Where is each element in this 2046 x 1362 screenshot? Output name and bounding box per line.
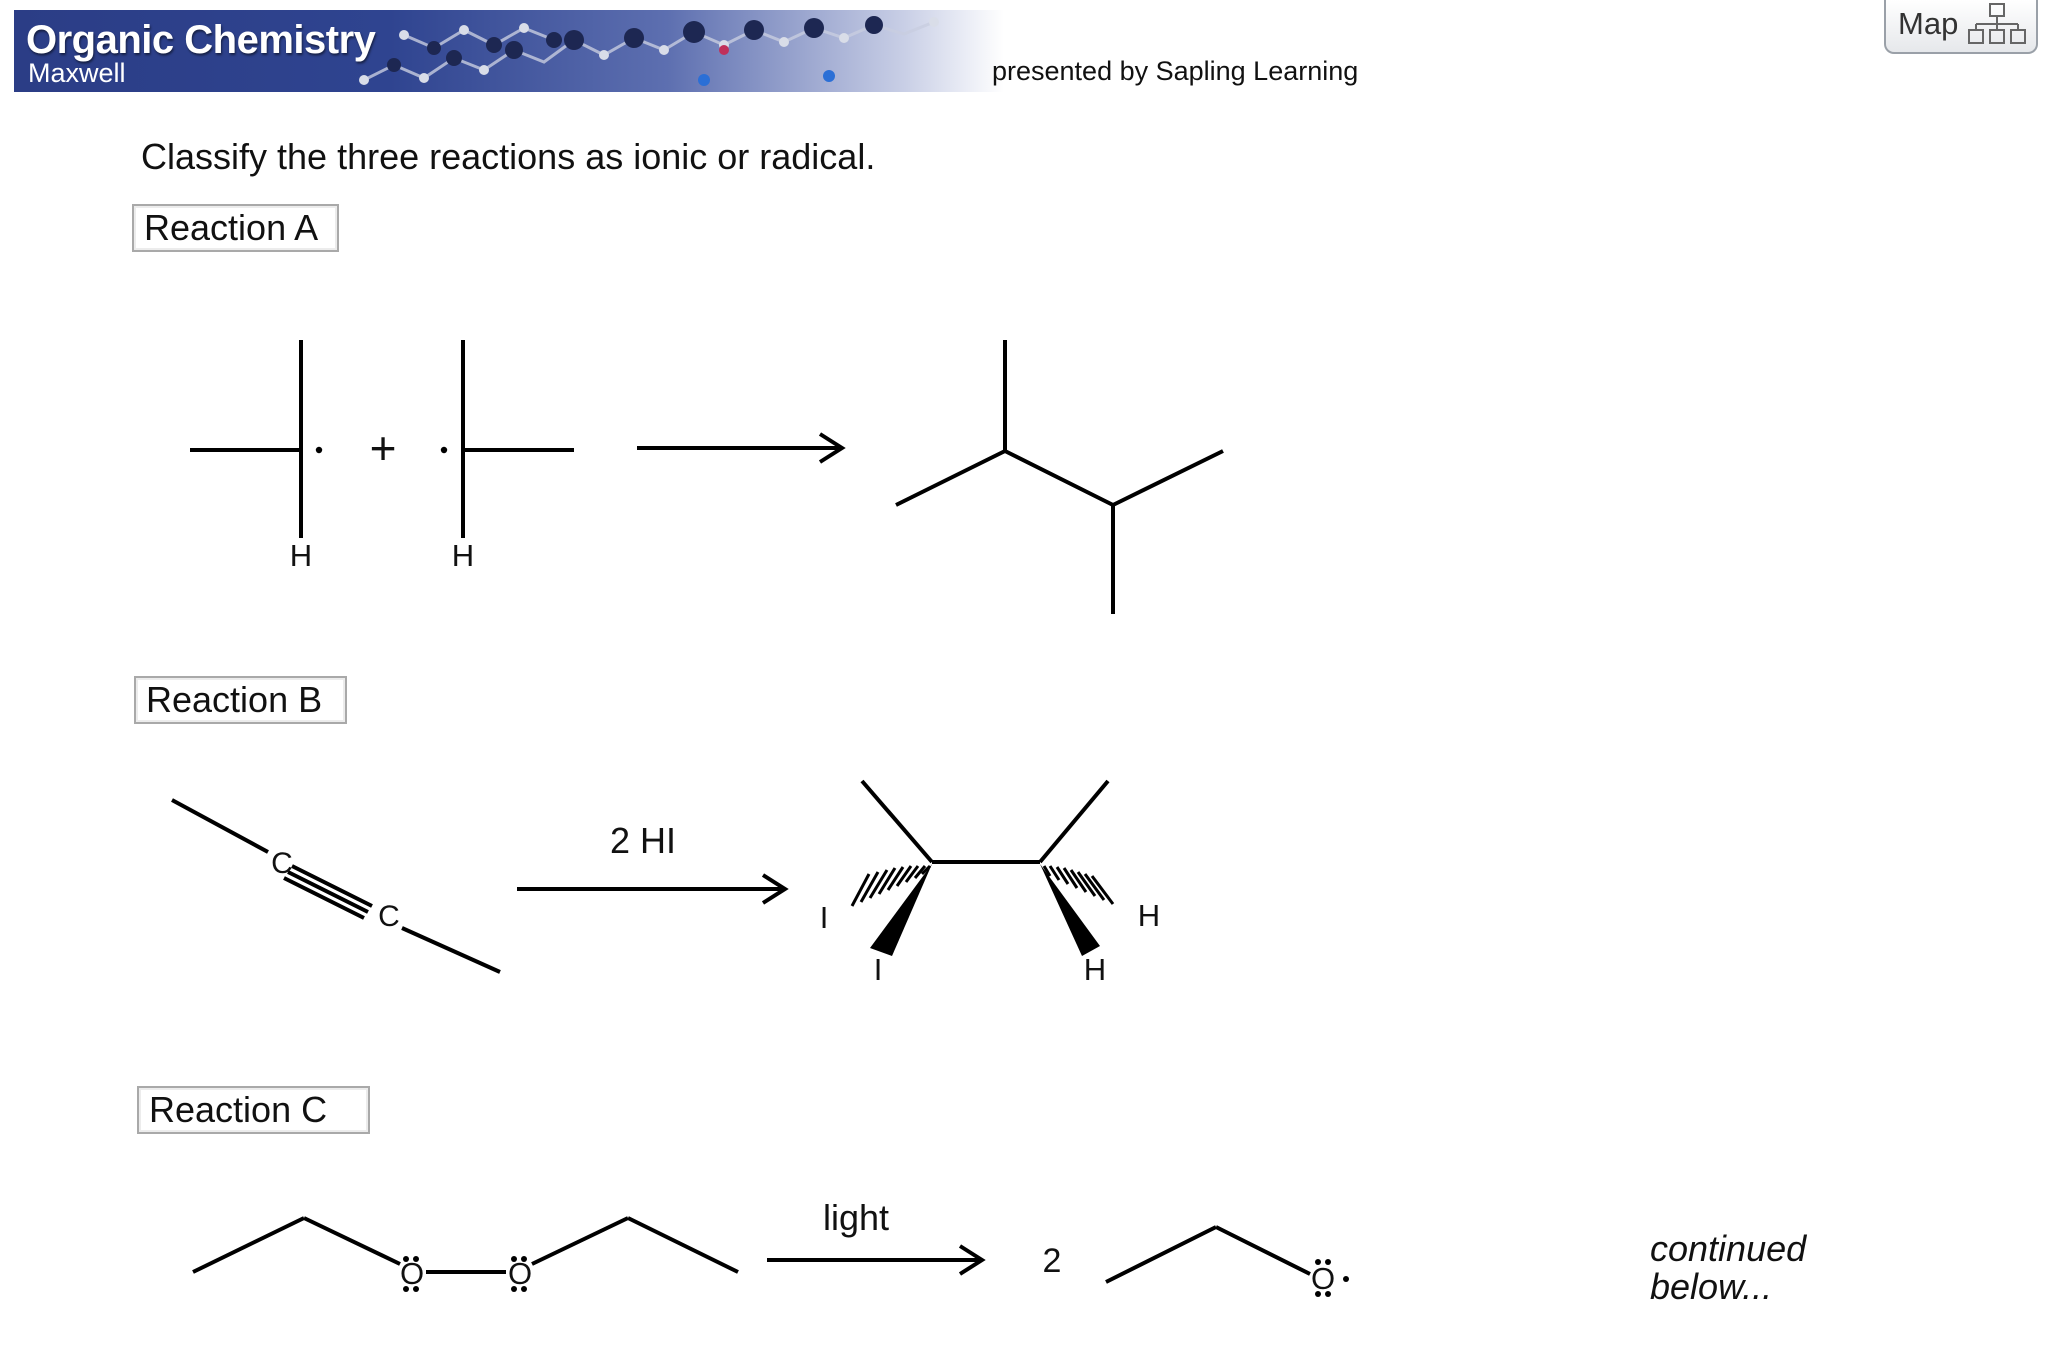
atom-label: H (1138, 898, 1160, 933)
condition-label: light (823, 1197, 889, 1238)
reaction-c-product (1105, 1225, 1311, 1284)
plus-sign: + (370, 422, 397, 474)
reaction-c-reactant (192, 1216, 739, 1274)
reaction-a-reactant-2 (461, 340, 574, 538)
continued-line-1: continued (1650, 1228, 1807, 1269)
atom-label: H (1084, 952, 1106, 987)
atom-label: H (290, 538, 312, 573)
atom-label: I (874, 952, 883, 987)
reaction-b-reactant (171, 798, 501, 974)
atom-label: H (452, 538, 474, 573)
coefficient-label: 2 (1043, 1242, 1062, 1280)
reaction-c-lone-pairs (403, 1256, 1349, 1297)
continued-line-2: below... (1650, 1266, 1773, 1307)
reaction-b-arrow (517, 873, 789, 905)
reaction-a-arrow (637, 432, 846, 464)
reaction-c-arrow (767, 1244, 986, 1276)
reaction-a-product (895, 340, 1224, 614)
atom-label: O (400, 1256, 424, 1291)
reaction-diagrams: H H + C C 2 HI I I H H O O light 2 O (171, 340, 1349, 1297)
atom-label: O (508, 1256, 532, 1291)
atom-label: I (820, 900, 829, 935)
reaction-b-product (850, 779, 1115, 907)
atom-label: C (271, 847, 293, 880)
continued-note: continued below... (1650, 1230, 1806, 1306)
reaction-a-reactant-1 (190, 340, 303, 538)
atom-label: O (1311, 1261, 1335, 1296)
atom-label: C (378, 900, 400, 933)
reagent-label: 2 HI (610, 820, 676, 861)
